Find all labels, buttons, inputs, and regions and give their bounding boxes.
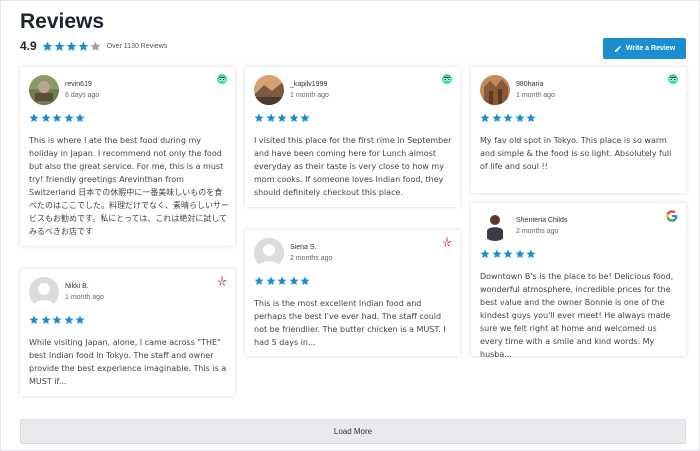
star-icon [41,315,50,324]
review-stars [29,113,87,123]
review-text: I visited this place for the first rime … [254,136,452,197]
review-stars [480,249,538,259]
review-text: While visiting Japan, alone, I came acro… [29,338,227,386]
review-stars [254,276,312,286]
star-icon [503,113,513,122]
review-card: Shenteria Childs 2 months ago Downtown B… [471,203,686,359]
star-icon [526,249,536,258]
star-icon [52,113,62,122]
reviewer-name: revin619 [65,81,92,88]
star-icon [289,113,298,122]
review-text: My fav old spot in Tokyo. This place is … [480,136,672,171]
review-card: Siena S. 2 months ago This is the most e… [245,230,460,356]
reviews-widget: Reviews 4.9 Over 1130 Reviews Write a Re… [0,0,700,451]
avatar [480,75,510,105]
star-icon [64,113,73,122]
reviewer-name: Nikki B. [65,283,89,290]
reviewer-name: Shenteria Childs [516,217,568,224]
star-icon [492,113,501,122]
page-title: Reviews [20,10,105,33]
star-icon [29,315,39,324]
tripadvisor-icon[interactable] [442,74,452,84]
reviewer-name: _kapilv1999 [290,81,328,88]
star-icon [90,41,101,51]
star-icon [277,113,287,122]
star-icon [515,113,524,122]
review-date: 1 month ago [290,92,329,99]
rating-summary: 4.9 Over 1130 Reviews [20,39,167,53]
review-stars [254,113,312,123]
review-date: 2 months ago [290,255,333,262]
star-icon [75,113,85,122]
star-icon [492,249,501,258]
star-icon [277,276,287,285]
star-icon [300,276,310,285]
write-review-label: Write a Review [625,45,676,52]
star-icon [64,315,73,324]
load-more-button[interactable]: Load More [20,419,686,444]
star-icon [300,113,310,122]
tripadvisor-icon[interactable] [668,74,678,84]
star-icon [254,276,264,285]
star-icon [254,113,264,122]
star-icon [75,315,85,324]
avatar [254,238,284,268]
star-icon [503,249,513,258]
reviewer-name: 980haria [516,81,544,88]
google-icon[interactable] [666,210,678,222]
average-stars [42,41,102,52]
star-icon [515,249,524,258]
write-review-button[interactable]: Write a Review [603,38,686,59]
review-text: This is the most excellent Indian food a… [254,299,446,347]
star-icon [266,113,275,122]
star-icon [52,315,62,324]
star-icon [78,41,89,51]
yelp-icon[interactable] [442,237,452,247]
star-icon [42,41,53,51]
star-icon [526,113,536,122]
review-count: Over 1130 Reviews [106,42,168,50]
review-text: Downtown B's is the place to be! Delicio… [480,272,674,359]
avatar [254,75,284,105]
review-date: 1 month ago [516,92,555,99]
review-card: _kapilv1999 1 month ago I visited this p… [245,67,460,207]
avatar [480,211,510,241]
review-date: 6 days ago [65,92,100,99]
avatar [29,75,59,105]
star-icon [54,41,65,51]
average-rating: 4.9 [20,39,37,53]
review-stars [480,113,538,123]
review-stars [29,315,87,325]
review-card: Nikki B. 1 month ago While visiting Japa… [20,269,235,396]
star-icon [29,113,39,122]
tripadvisor-icon[interactable] [217,74,227,84]
review-card: 980haria 1 month ago My fav old spot in … [471,67,686,193]
star-icon [266,276,275,285]
star-icon [289,276,298,285]
review-text: This is where I ate the best food during… [29,136,229,236]
review-date: 2 months ago [516,228,559,235]
review-card: revin619 6 days ago This is where I ate … [20,67,235,246]
avatar [29,277,59,307]
star-icon [480,249,490,258]
reviewer-name: Siena S. [290,244,317,251]
review-date: 1 month ago [65,294,104,301]
star-icon [480,113,490,122]
yelp-icon[interactable] [217,276,227,286]
star-icon [41,113,50,122]
star-icon [66,41,77,51]
pencil-icon [614,45,621,52]
